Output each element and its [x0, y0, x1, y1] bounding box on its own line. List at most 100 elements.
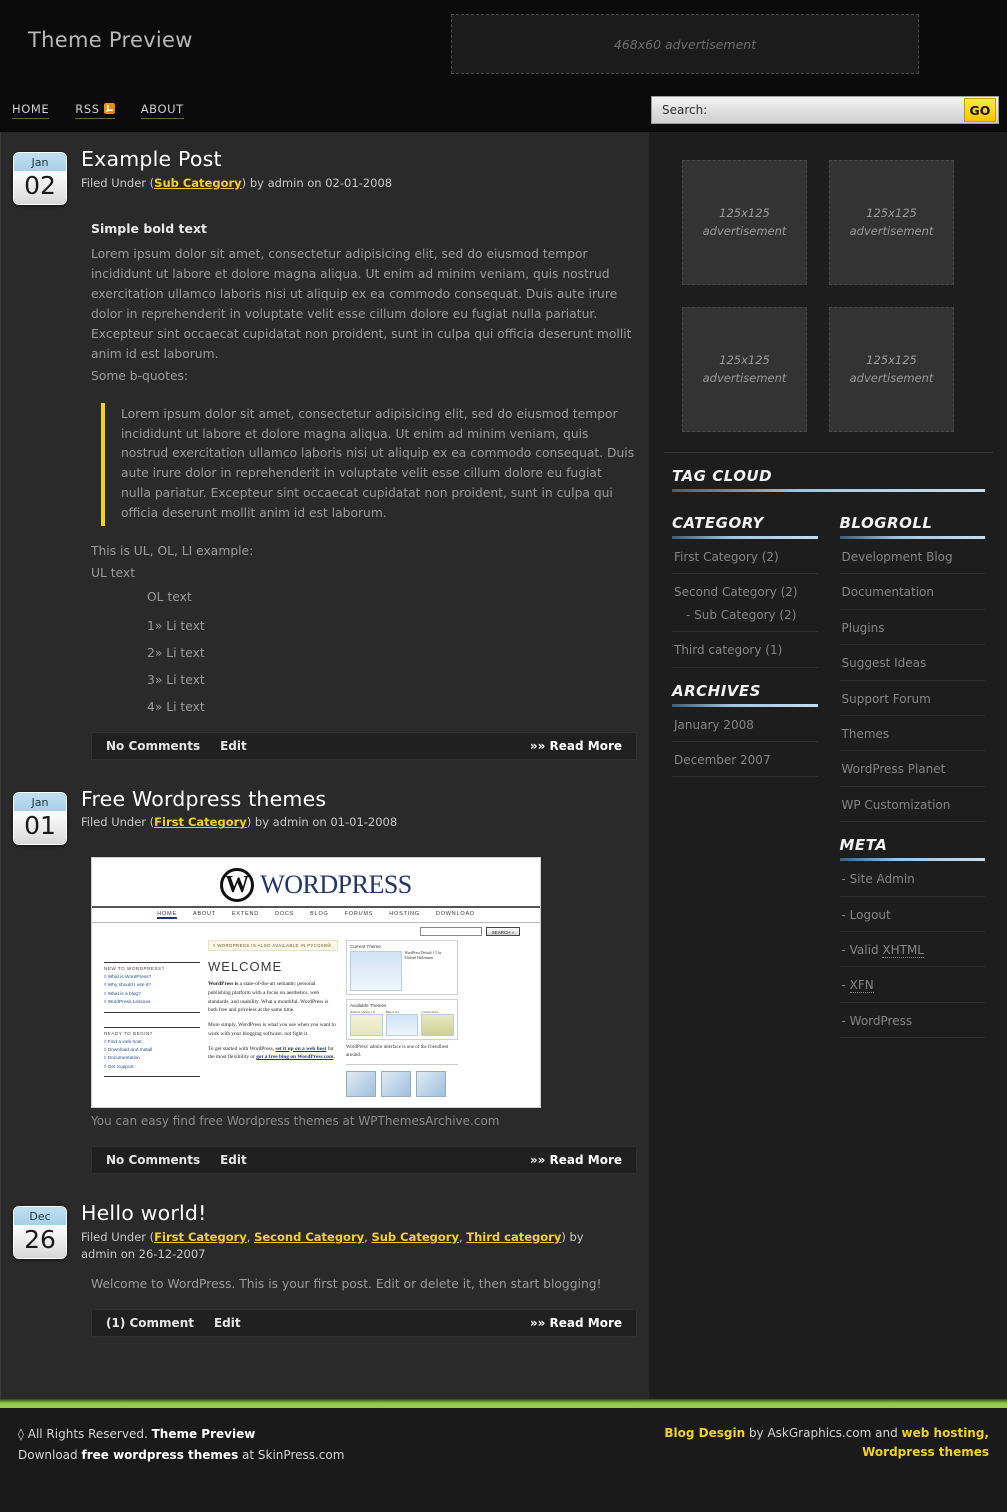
wp-available-themes-card: Available Themes Almost Spring 1.0 Blix …	[346, 999, 458, 1041]
list-item[interactable]: - Logout	[839, 897, 985, 932]
widget-archives: ARCHIVES January 2008 December 2007	[672, 668, 818, 778]
meta-link[interactable]: - Valid XHTML	[841, 942, 924, 958]
wp-nav-item: ABOUT	[192, 911, 216, 918]
meta-link[interactable]: - Logout	[842, 908, 891, 922]
list-item: 3» Li text	[147, 672, 205, 687]
list-item: OL text	[147, 589, 192, 604]
sidebar-ad-125x125[interactable]: 125x125 advertisement	[829, 160, 954, 285]
post-edit-link[interactable]: Edit	[220, 739, 247, 753]
post-comments-link[interactable]: (1) Comment	[106, 1316, 194, 1330]
post-meta: Filed Under (Sub Category) by admin on 0…	[81, 175, 392, 192]
list-item[interactable]: Plugins	[839, 610, 985, 646]
site-footer: ◊ All Rights Reserved. Theme Preview Dow…	[0, 1408, 1007, 1487]
wp-search-button: SEARCH »	[486, 927, 520, 937]
post-edit-link[interactable]: Edit	[214, 1316, 241, 1330]
footer-themes-link[interactable]: free wordpress themes	[81, 1448, 238, 1462]
post-title[interactable]: Hello world!	[81, 1202, 596, 1226]
blogroll-link[interactable]: Suggest Ideas	[842, 656, 927, 670]
post-category-link[interactable]: First Category	[154, 815, 247, 829]
list-item[interactable]: Second Category (2) - Sub Category (2)	[672, 574, 818, 633]
meta-link[interactable]: - XFN	[842, 978, 874, 994]
post-meta: Filed Under (First Category, Second Cate…	[81, 1229, 584, 1261]
wp-nav-item: FORUMS	[344, 911, 374, 918]
list-item[interactable]: Development Blog	[839, 539, 985, 575]
category-link[interactable]: Second Category (2)	[674, 585, 798, 599]
wp-theme-thumb	[385, 1014, 419, 1037]
post-category-link[interactable]: Third category	[466, 1230, 561, 1244]
post-comments-link[interactable]: No Comments	[106, 739, 200, 753]
list-item[interactable]: First Category (2)	[672, 539, 818, 575]
list-item[interactable]: - Valid XHTML	[839, 932, 985, 968]
post-readmore-link[interactable]: »» Read More	[530, 1316, 622, 1330]
list-item[interactable]: Themes	[839, 716, 985, 752]
search-input[interactable]	[652, 103, 964, 117]
post-category-link[interactable]: Sub Category	[154, 176, 242, 190]
list-item[interactable]: WP Customization	[839, 787, 985, 823]
blogroll-link[interactable]: WordPress Planet	[842, 762, 946, 776]
post-title[interactable]: Free Wordpress themes	[81, 787, 397, 812]
post-category-link[interactable]: First Category	[154, 1230, 247, 1244]
post-readmore-link[interactable]: »» Read More	[530, 1153, 622, 1167]
search-go-button[interactable]: GO	[964, 98, 996, 122]
blogroll-link[interactable]: WP Customization	[842, 798, 951, 812]
post-image-wordpress-screenshot[interactable]: W WORDPRESS HOME ABOUT EXTEND DOCS BLOG …	[91, 857, 541, 1109]
post-header: Jan 02 Example Post Filed Under (Sub Cat…	[13, 142, 637, 206]
nav-item-home[interactable]: HOME	[12, 102, 50, 119]
post-title[interactable]: Example Post	[81, 147, 392, 172]
post-header: Jan 01 Free Wordpress themes Filed Under…	[13, 782, 637, 846]
list-item[interactable]: Documentation	[839, 574, 985, 610]
blogroll-link[interactable]: Development Blog	[842, 550, 953, 564]
sidebar-ad-125x125[interactable]: 125x125 advertisement	[682, 307, 807, 432]
ad-line1: 125x125	[866, 206, 917, 221]
meta-link[interactable]: - Site Admin	[842, 872, 915, 886]
meta-prefix: - Valid	[841, 942, 883, 957]
meta-link[interactable]: - WordPress	[842, 1014, 913, 1028]
nav-item-about[interactable]: ABOUT	[140, 101, 184, 119]
list-item[interactable]: - XFN	[839, 967, 985, 1003]
post-category-link[interactable]: Sub Category	[371, 1230, 459, 1244]
sidebar-ad-125x125[interactable]: 125x125 advertisement	[682, 160, 807, 285]
date-day: 26	[14, 1225, 66, 1259]
post-meta: Filed Under (First Category) by admin on…	[81, 814, 397, 831]
list-item[interactable]: January 2008	[672, 707, 818, 742]
widget-meta: META - Site Admin - Logout - Valid XHTML…	[839, 822, 985, 1039]
wp-nav-item: BLOG	[310, 911, 329, 918]
list-item[interactable]: Third category (1)	[672, 632, 818, 668]
category-sub-link[interactable]: - Sub Category (2)	[686, 608, 796, 622]
category-link[interactable]: Third category (1)	[674, 643, 782, 657]
post-footer: (1) Comment Edit »» Read More	[91, 1309, 637, 1338]
banner-ad-468x60[interactable]: 468x60 advertisement	[451, 14, 919, 74]
meta-prefix: -	[841, 872, 850, 887]
list-item[interactable]: Suggest Ideas	[839, 645, 985, 681]
blogroll-link[interactable]: Documentation	[842, 585, 935, 599]
list-item[interactable]: Support Forum	[839, 681, 985, 716]
post-comments-link[interactable]: No Comments	[106, 1153, 200, 1167]
blogroll-link[interactable]: Support Forum	[842, 692, 931, 706]
blogroll-link[interactable]: Themes	[842, 727, 890, 741]
nav-links: HOME RSS ABOUT	[12, 88, 184, 132]
footer-blogdesign-link[interactable]: Blog Desgin	[664, 1426, 745, 1440]
search-box[interactable]: GO	[651, 96, 999, 124]
category-link[interactable]: First Category (2)	[674, 550, 779, 564]
list-intro: This is UL, OL, LI example:	[91, 544, 254, 559]
list-item[interactable]: December 2007	[672, 742, 818, 778]
post-category-link[interactable]: Second Category	[254, 1230, 364, 1244]
wp-paragraph-2: More simply, WordPress is what you use w…	[208, 1022, 336, 1037]
archive-link[interactable]: December 2007	[674, 753, 771, 767]
post-title-block: Hello world! Filed Under (First Category…	[81, 1196, 596, 1263]
sidebar: 125x125 advertisement 125x125 advertisem…	[650, 132, 1007, 1400]
list-item[interactable]: - WordPress	[839, 1003, 985, 1039]
wp-columns: NEW TO WORDPRESS? ◊ What is WordPress? ◊…	[92, 940, 540, 1107]
sidebar-ad-125x125[interactable]: 125x125 advertisement	[829, 307, 954, 432]
post-edit-link[interactable]: Edit	[220, 1153, 247, 1167]
meta-label: WordPress	[849, 1013, 913, 1028]
list-item[interactable]: - Site Admin	[839, 861, 985, 897]
nav-item-rss[interactable]: RSS	[75, 102, 115, 119]
wp-left-column: NEW TO WORDPRESS? ◊ What is WordPress? ◊…	[104, 940, 200, 1097]
post-readmore-link[interactable]: »» Read More	[530, 739, 622, 753]
blogroll-link[interactable]: Plugins	[842, 621, 885, 635]
nav-item-label: ABOUT	[140, 101, 184, 116]
archive-link[interactable]: January 2008	[674, 718, 754, 732]
post-footer: No Comments Edit »» Read More	[91, 731, 637, 760]
list-item[interactable]: WordPress Planet	[839, 751, 985, 787]
